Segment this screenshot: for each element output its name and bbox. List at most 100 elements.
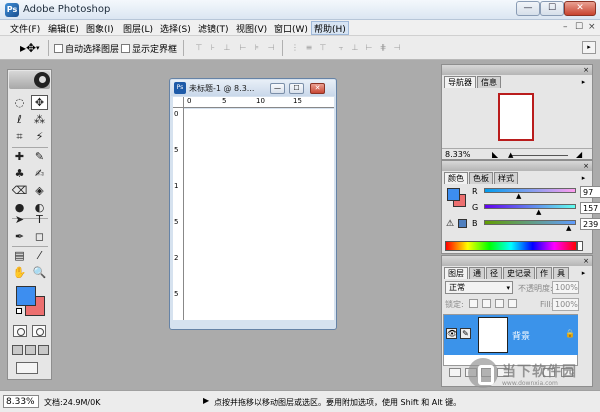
move-tool-icon[interactable]: ▸✥ — [20, 41, 36, 55]
doc-minimize-button[interactable]: – — [563, 22, 568, 32]
palette-well-button[interactable]: ▸ — [582, 41, 596, 54]
ruler-origin[interactable] — [173, 97, 184, 108]
panel-header[interactable]: × — [442, 256, 592, 266]
document-title-bar[interactable]: Ps 未标题-1 @ 8.3... — ☐ ✕ — [171, 80, 335, 96]
close-icon[interactable]: × — [583, 66, 589, 74]
slice-tool-icon[interactable]: ⚡ — [31, 129, 48, 144]
gamut-warning-icon[interactable]: ⚠ — [446, 219, 454, 229]
distribute-horizontal-center-icon[interactable]: ⊥ — [348, 43, 362, 53]
notes-tool-icon[interactable]: ▤ — [11, 248, 28, 263]
tab-paths[interactable]: 径 — [486, 267, 502, 279]
distribute-vertical-center-icon[interactable]: ≡ — [302, 43, 316, 53]
menu-layer[interactable]: 图层(L) — [121, 22, 155, 35]
green-value-input[interactable]: 157 — [580, 202, 600, 214]
panel-header[interactable]: × — [442, 65, 592, 75]
history-brush-tool-icon[interactable]: ✍ — [31, 166, 48, 181]
blend-mode-select[interactable]: 正常 ▾ — [445, 281, 513, 294]
slider-thumb-icon[interactable]: ▲ — [566, 225, 571, 232]
white-swatch[interactable] — [577, 241, 583, 251]
maximize-button[interactable]: ☐ — [540, 1, 564, 16]
close-icon[interactable]: × — [583, 257, 589, 265]
tab-swatches[interactable]: 色板 — [469, 172, 493, 184]
marquee-tool-icon[interactable]: ◌ — [11, 95, 28, 110]
distribute-top-icon[interactable]: ⋮ — [288, 43, 302, 53]
panel-header[interactable]: × — [442, 161, 592, 171]
tab-tool-presets[interactable]: 具 — [553, 267, 569, 279]
lock-transparency-icon[interactable] — [469, 299, 478, 308]
jump-to-imageready-button[interactable] — [16, 362, 38, 374]
checkbox-box[interactable] — [121, 44, 130, 53]
horizontal-ruler[interactable]: 0 5 10 15 — [184, 97, 334, 108]
status-zoom-input[interactable]: 8.33% — [3, 395, 39, 408]
document-window[interactable]: Ps 未标题-1 @ 8.3... — ☐ ✕ 0 5 10 15 0 5 1 … — [169, 78, 337, 330]
slider-thumb-icon[interactable]: ▲ — [516, 193, 521, 200]
type-tool-icon[interactable]: T — [31, 212, 48, 227]
green-slider[interactable] — [484, 204, 576, 209]
lock-all-icon[interactable] — [508, 299, 517, 308]
move-tool-icon[interactable]: ✥ — [31, 95, 48, 110]
document-canvas[interactable] — [184, 109, 334, 320]
align-bottom-icon[interactable]: ⊥ — [220, 43, 234, 53]
color-foreground-swatch[interactable] — [447, 188, 460, 201]
menu-edit[interactable]: 编辑(E) — [46, 22, 81, 35]
brush-tool-icon[interactable]: ✎ — [31, 149, 48, 164]
menu-view[interactable]: 视图(V) — [234, 22, 269, 35]
toolbox-header[interactable] — [9, 71, 50, 89]
color-spectrum-ramp[interactable] — [445, 241, 577, 251]
distribute-right-icon[interactable]: ⊢ — [362, 43, 376, 53]
distribute-width-icon[interactable]: ⊣ — [390, 43, 404, 53]
blue-slider[interactable] — [484, 220, 576, 225]
tool-preset-arrow-icon[interactable]: ▾ — [36, 44, 40, 52]
document-minimize-button[interactable]: — — [270, 83, 285, 94]
distribute-bottom-icon[interactable]: ⊤ — [316, 43, 330, 53]
vertical-ruler[interactable]: 0 5 1 5 2 5 — [173, 108, 184, 320]
standard-screen-mode-button[interactable] — [12, 345, 23, 355]
align-horizontal-center-icon[interactable]: ⊧ — [250, 43, 264, 53]
panel-menu-icon[interactable]: ▸ — [578, 268, 589, 278]
menu-image[interactable]: 图象(I) — [84, 22, 116, 35]
healing-brush-tool-icon[interactable]: ✚ — [11, 149, 28, 164]
menu-window[interactable]: 窗口(W) — [272, 22, 310, 35]
align-right-icon[interactable]: ⊣ — [264, 43, 278, 53]
close-icon[interactable]: × — [583, 162, 589, 170]
paint-bucket-tool-icon[interactable]: ◈ — [31, 183, 48, 198]
full-screen-mode-button[interactable] — [38, 345, 49, 355]
minimize-button[interactable]: — — [516, 1, 540, 16]
blue-value-input[interactable]: 239 — [580, 218, 600, 230]
panel-menu-icon[interactable]: ▸ — [578, 173, 589, 183]
clone-stamp-tool-icon[interactable]: ♣ — [11, 166, 28, 181]
zoom-out-icon[interactable]: ◣ — [492, 150, 498, 159]
visibility-eye-icon[interactable]: 👁 — [446, 328, 457, 339]
lasso-tool-icon[interactable]: ℓ — [11, 112, 28, 127]
tab-color[interactable]: 颜色 — [444, 172, 468, 184]
navigator-preview[interactable] — [498, 93, 534, 141]
slider-thumb-icon[interactable]: ▲ — [508, 151, 513, 159]
status-menu-arrow-icon[interactable]: ▶ — [203, 396, 209, 405]
doc-close-button[interactable]: × — [588, 22, 596, 32]
adobe-eye-icon[interactable] — [34, 72, 50, 88]
lock-image-icon[interactable] — [482, 299, 491, 308]
document-maximize-button[interactable]: ☐ — [289, 83, 304, 94]
align-vertical-center-icon[interactable]: ⊦ — [206, 43, 220, 53]
opacity-input[interactable]: 100% — [552, 281, 579, 294]
custom-shape-tool-icon[interactable]: ◻ — [31, 229, 48, 244]
layer-name[interactable]: 背景 — [512, 329, 530, 342]
full-screen-menu-mode-button[interactable] — [25, 345, 36, 355]
standard-mode-button[interactable] — [13, 325, 27, 337]
layer-link-brush-icon[interactable]: ✎ — [460, 328, 471, 339]
doc-restore-button[interactable]: ☐ — [575, 22, 583, 32]
align-top-icon[interactable]: ⊤ — [192, 43, 206, 53]
align-left-icon[interactable]: ⊢ — [236, 43, 250, 53]
tab-navigator[interactable]: 导航器 — [444, 76, 476, 88]
path-selection-tool-icon[interactable]: ➤ — [11, 212, 28, 227]
checkbox-box[interactable] — [54, 44, 63, 53]
menu-select[interactable]: 选择(S) — [158, 22, 193, 35]
add-layer-style-icon[interactable] — [449, 368, 461, 377]
tab-actions[interactable]: 作 — [536, 267, 552, 279]
distribute-spacing-icon[interactable]: ⋕ — [376, 43, 390, 53]
default-colors-icon[interactable] — [16, 308, 22, 314]
lock-position-icon[interactable] — [495, 299, 504, 308]
pen-tool-icon[interactable]: ✒ — [11, 229, 28, 244]
tab-layers[interactable]: 图层 — [444, 267, 468, 279]
crop-tool-icon[interactable]: ⌗ — [11, 129, 28, 144]
